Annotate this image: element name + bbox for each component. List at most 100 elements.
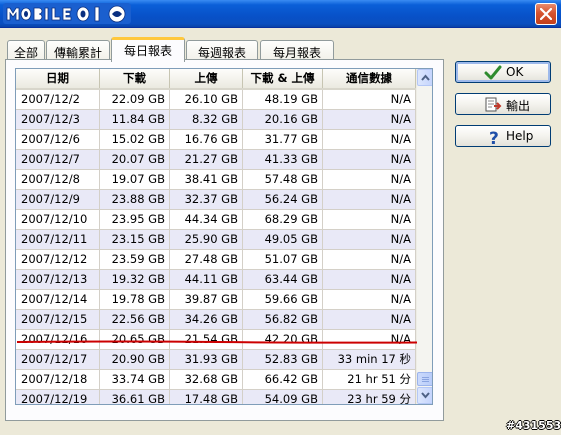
cell-total: 56.24 GB xyxy=(243,190,323,209)
export-button[interactable]: 輸出 xyxy=(455,93,551,115)
tab-daily-report[interactable]: 每日報表 xyxy=(111,37,185,62)
cell-session: N/A xyxy=(323,150,416,169)
cell-session: N/A xyxy=(323,270,416,289)
column-header-total[interactable]: 下載 & 上傳 xyxy=(243,69,323,88)
cell-total: 48.19 GB xyxy=(243,90,323,109)
cell-upload: 21.27 GB xyxy=(170,150,243,169)
export-button-label: 輸出 xyxy=(506,99,531,113)
cell-total: 20.16 GB xyxy=(243,110,323,129)
cell-total: 56.82 GB xyxy=(243,310,323,329)
cell-upload: 26.10 GB xyxy=(170,90,243,109)
cell-upload: 16.76 GB xyxy=(170,130,243,149)
cell-upload: 27.48 GB xyxy=(170,250,243,269)
export-icon xyxy=(485,97,502,112)
table-row[interactable]: 2007/12/18 33.74 GB 32.68 GB 66.42 GB 21 hr … xyxy=(16,370,416,390)
table-row[interactable]: 2007/12/12 23.59 GB 27.48 GB 51.07 GB N/A xyxy=(16,250,416,270)
ok-button[interactable]: OK xyxy=(455,61,551,83)
column-header-session[interactable]: 通信數據 xyxy=(323,69,416,88)
chevron-up-icon xyxy=(421,74,430,81)
cell-date: 2007/12/18 xyxy=(16,370,100,389)
cell-download: 20.07 GB xyxy=(100,150,170,169)
cell-upload: 32.68 GB xyxy=(170,370,243,389)
cell-session: N/A xyxy=(323,190,416,209)
scroll-down-button[interactable] xyxy=(417,387,432,404)
cell-total: 31.77 GB xyxy=(243,130,323,149)
cell-date: 2007/12/12 xyxy=(16,250,100,269)
vertical-scrollbar[interactable] xyxy=(416,69,432,404)
cell-date: 2007/12/13 xyxy=(16,270,100,289)
cell-date: 2007/12/15 xyxy=(16,310,100,329)
scroll-up-button[interactable] xyxy=(417,69,432,86)
cell-date: 2007/12/6 xyxy=(16,130,100,149)
cell-download: 36.61 GB xyxy=(100,390,170,404)
table-row[interactable]: 2007/12/19 36.61 GB 17.48 GB 54.09 GB 23 hr … xyxy=(16,390,416,404)
close-icon xyxy=(540,8,552,20)
cell-upload: 38.41 GB xyxy=(170,170,243,189)
mobile01-logo xyxy=(3,3,131,24)
column-header-download[interactable]: 下載 xyxy=(100,69,170,88)
cell-session: 33 min 17 秒 xyxy=(323,350,416,369)
cell-upload: 44.34 GB xyxy=(170,210,243,229)
cell-download: 23.88 GB xyxy=(100,190,170,209)
cell-download: 23.15 GB xyxy=(100,230,170,249)
table-row[interactable]: 2007/12/7 20.07 GB 21.27 GB 41.33 GB N/A xyxy=(16,150,416,170)
cell-upload: 25.90 GB xyxy=(170,230,243,249)
table-header: 日期 下載 上傳 下載 & 上傳 通信數據 xyxy=(16,69,416,90)
cell-total: 63.44 GB xyxy=(243,270,323,289)
cell-upload: 34.26 GB xyxy=(170,310,243,329)
cell-session: 23 hr 59 分 xyxy=(323,390,416,404)
cell-date: 2007/12/8 xyxy=(16,170,100,189)
cell-session: 21 hr 51 分 xyxy=(323,370,416,389)
cell-session: N/A xyxy=(323,230,416,249)
cell-date: 2007/12/11 xyxy=(16,230,100,249)
close-button[interactable] xyxy=(535,3,557,25)
cell-download: 23.59 GB xyxy=(100,250,170,269)
table-row[interactable]: 2007/12/14 19.78 GB 39.87 GB 59.66 GB N/A xyxy=(16,290,416,310)
title-bar[interactable] xyxy=(0,0,561,28)
cell-download: 22.09 GB xyxy=(100,90,170,109)
cell-total: 59.66 GB xyxy=(243,290,323,309)
table-row[interactable]: 2007/12/3 11.84 GB 8.32 GB 20.16 GB N/A xyxy=(16,110,416,130)
cell-upload: 31.93 GB xyxy=(170,350,243,369)
question-mark-icon: ? xyxy=(489,129,499,146)
chevron-down-icon xyxy=(421,392,430,399)
svg-text:?: ? xyxy=(489,129,499,146)
table-row[interactable]: 2007/12/2 22.09 GB 26.10 GB 48.19 GB N/A xyxy=(16,90,416,110)
cell-date: 2007/12/3 xyxy=(16,110,100,129)
cell-date: 2007/12/17 xyxy=(16,350,100,369)
cell-download: 33.74 GB xyxy=(100,370,170,389)
cell-date: 2007/12/14 xyxy=(16,290,100,309)
table-row[interactable]: 2007/12/13 19.32 GB 44.11 GB 63.44 GB N/A xyxy=(16,270,416,290)
table-row[interactable]: 2007/12/11 23.15 GB 25.90 GB 49.05 GB N/A xyxy=(16,230,416,250)
cell-date: 2007/12/19 xyxy=(16,390,100,404)
table-row[interactable]: 2007/12/9 23.88 GB 32.37 GB 56.24 GB N/A xyxy=(16,190,416,210)
tab-all[interactable]: 全部 xyxy=(7,40,45,60)
cell-session: N/A xyxy=(323,250,416,269)
tab-transfer-total[interactable]: 傳輸累計 xyxy=(46,40,110,60)
cell-upload: 8.32 GB xyxy=(170,110,243,129)
cell-download: 15.02 GB xyxy=(100,130,170,149)
red-underline-annotation xyxy=(17,340,417,344)
table-row[interactable]: 2007/12/10 23.95 GB 44.34 GB 68.29 GB N/A xyxy=(16,210,416,230)
ok-button-label: OK xyxy=(506,65,524,79)
help-button[interactable]: ? Help xyxy=(455,125,551,147)
column-header-date[interactable]: 日期 xyxy=(16,69,100,88)
column-header-upload[interactable]: 上傳 xyxy=(170,69,243,88)
table-body: 2007/12/2 22.09 GB 26.10 GB 48.19 GB N/A 2007… xyxy=(16,90,416,404)
cell-download: 23.95 GB xyxy=(100,210,170,229)
table-row[interactable]: 2007/12/6 15.02 GB 16.76 GB 31.77 GB N/A xyxy=(16,130,416,150)
cell-download: 22.56 GB xyxy=(100,310,170,329)
cell-total: 54.09 GB xyxy=(243,390,323,404)
daily-report-table[interactable]: 日期 下載 上傳 下載 & 上傳 通信數據 2007/12/2 22.09 GB 2… xyxy=(15,68,433,405)
cell-upload: 44.11 GB xyxy=(170,270,243,289)
tab-weekly-report[interactable]: 每週報表 xyxy=(186,40,258,60)
table-row[interactable]: 2007/12/15 22.56 GB 34.26 GB 56.82 GB N/A xyxy=(16,310,416,330)
table-row[interactable]: 2007/12/17 20.90 GB 31.93 GB 52.83 GB 33 min… xyxy=(16,350,416,370)
tab-monthly-report[interactable]: 每月報表 xyxy=(260,40,334,60)
scroll-thumb[interactable] xyxy=(417,372,432,386)
cell-total: 41.33 GB xyxy=(243,150,323,169)
cell-download: 19.78 GB xyxy=(100,290,170,309)
watermark: #431553 xyxy=(506,419,561,432)
cell-upload: 39.87 GB xyxy=(170,290,243,309)
table-row[interactable]: 2007/12/8 19.07 GB 38.41 GB 57.48 GB N/A xyxy=(16,170,416,190)
